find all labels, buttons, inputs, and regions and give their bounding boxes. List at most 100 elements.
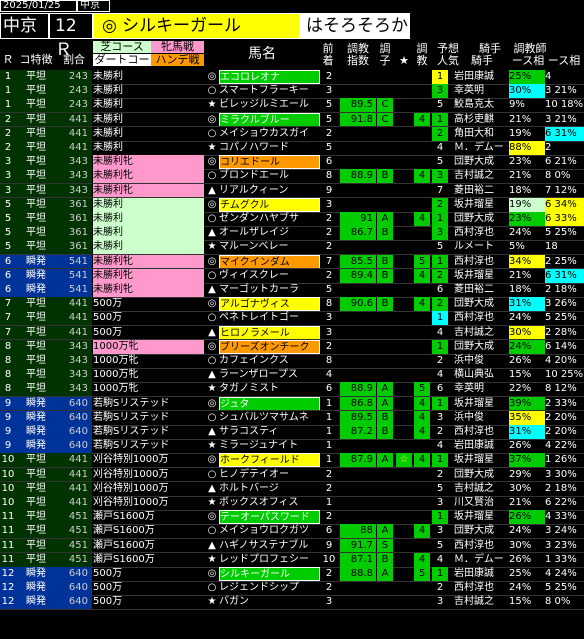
cell-idx	[340, 127, 376, 141]
cell-pct2: 3 21%	[545, 85, 577, 97]
cell-jk: 西村淳也	[454, 582, 494, 594]
cell-mark: ▲	[208, 184, 216, 196]
cell-z: 2	[325, 269, 333, 281]
cell-cho	[377, 240, 393, 254]
cell-yo: 3	[432, 169, 448, 184]
cell-kyo	[414, 155, 430, 169]
cell-idx	[340, 283, 376, 297]
cell-t: 瞬発	[16, 410, 56, 425]
cell-t: 平坦	[16, 496, 56, 510]
cell-mark: ★	[207, 142, 217, 153]
cell-t: 瞬発	[16, 567, 56, 581]
cell-yo: 2	[436, 582, 444, 594]
cell-kyo: 4	[414, 453, 430, 468]
cell-yo: 4	[436, 142, 444, 153]
table-row: 3 平坦 343 未勝利牝 ○ ブロンドエール 8 88.9 B 4 3 吉村誠之 21% 8 0%	[0, 169, 584, 184]
cell-race: 若駒Sリステッド	[93, 411, 170, 423]
cell-st	[396, 311, 412, 325]
cell-idx: 87.1	[340, 552, 376, 567]
cell-jk: 川又賢治	[454, 497, 494, 508]
cell-st	[396, 567, 412, 581]
cell-t: 平坦	[16, 382, 56, 397]
cell-cho	[377, 510, 393, 524]
cell-yo: 1	[432, 510, 448, 525]
table-row: 1 平坦 243 未勝利 ★ ビレッジルミエール 5 89.5 C 5 鮫島克太 9% 10 18%	[0, 98, 584, 113]
cell-r: 9	[0, 410, 16, 425]
cell-kyo	[414, 510, 430, 524]
cell-race: 未勝利牝	[93, 183, 204, 198]
cell-pct1: 21%	[509, 269, 532, 281]
cell-st: ☆	[396, 453, 412, 468]
cell-pct2: 3 21%	[545, 113, 577, 125]
table-row: 7 平坦 441 500万 ◎ アルゴナヴィス 8 90.6 B 4 2 団野大成 31% 3 26%	[0, 297, 584, 312]
cell-z: 2	[325, 340, 333, 352]
cell-pct2: 2 33%	[545, 397, 577, 409]
cell-st	[396, 226, 412, 240]
cell-kyo	[414, 184, 430, 198]
cell-p: 243	[56, 84, 92, 99]
cell-kyo	[414, 581, 430, 595]
cell-p: 640	[56, 439, 92, 454]
cell-jk: 横山典弘	[454, 369, 494, 381]
cell-race: 刈谷特別1000万	[93, 497, 169, 508]
cell-mark: ★	[207, 383, 217, 395]
cell-jk: 菱田裕二	[454, 184, 494, 196]
cell-t: 平坦	[16, 112, 56, 127]
cell-yo: 2	[436, 468, 444, 480]
cell-pct2: 2	[545, 142, 552, 153]
cell-pct2: 4 33%	[545, 511, 577, 523]
cell-pct2: 2 25%	[545, 255, 577, 267]
cell-kyo: 4	[414, 212, 430, 226]
cell-jk: 団野大成	[454, 298, 494, 310]
cell-z: 6	[325, 383, 333, 395]
table-row: 8 平坦 343 1000万牝 ★ タガノミスト 6 88.9 A 5 6 幸英明 22% 8 12%	[0, 382, 584, 397]
cell-p: 441	[56, 453, 92, 468]
cell-jk: 浜中俊	[454, 355, 484, 366]
cell-mark: ○	[207, 525, 217, 537]
cell-kyo: 5	[414, 567, 430, 581]
cell-race: 未勝利牝	[93, 283, 204, 297]
cell-cho	[377, 468, 393, 482]
cell-st	[396, 368, 412, 382]
cell-mark: ★	[207, 497, 217, 508]
cell-name: アルゴナヴィス	[219, 297, 320, 312]
cell-name: チムグクル	[219, 197, 320, 212]
table-row: 11 平坦 451 瀬戸S1600万 ○ メイショウロクガツ 6 88 A 4 3 団野大成 24% 3 …	[0, 524, 584, 539]
cell-race: 500万	[93, 312, 123, 324]
cell-p: 343	[56, 169, 92, 184]
cell-idx	[340, 311, 376, 325]
cell-z: 2	[325, 227, 333, 239]
cell-p: 451	[56, 538, 92, 553]
cell-t: 平坦	[16, 141, 56, 155]
col-zen-bot: 着	[322, 54, 334, 67]
col-r: Ｒ	[2, 53, 14, 66]
cell-cho: C	[377, 112, 393, 127]
cell-st	[396, 382, 412, 396]
cell-t: 瞬発	[16, 254, 56, 269]
cell-yo: 6	[436, 383, 444, 395]
cell-cho	[377, 198, 393, 212]
cell-idx: 85.5	[340, 254, 376, 269]
cell-jk: 角田大和	[454, 127, 494, 139]
cell-name: コリエドール	[219, 155, 320, 170]
cell-idx	[340, 184, 376, 198]
cell-pct2: 4	[545, 71, 552, 82]
cell-pct2: 6 14%	[545, 340, 577, 352]
cell-p: 361	[56, 197, 92, 212]
cell-z: 1	[325, 454, 333, 466]
cell-name: ジュタ	[219, 396, 320, 411]
cell-kyo: 4	[414, 552, 430, 567]
cell-p: 441	[56, 112, 92, 127]
cell-race: 未勝利	[93, 226, 204, 241]
cell-jk: 団野大成	[454, 340, 494, 352]
cell-cho	[377, 439, 393, 453]
cell-pct1: 26%	[509, 510, 545, 525]
table-row: 9 瞬発 640 若駒Sリステッド ★ ミラージュナイト 1 4 岩田康誠 26% 4 22%	[0, 439, 584, 454]
table-row: 5 平坦 361 未勝利 ★ マルーンベレー 2 5 ルメート 5% 18	[0, 240, 584, 255]
cell-pct1: 30%	[509, 325, 545, 340]
cell-mark: ○	[207, 582, 217, 594]
cell-z: 5	[325, 284, 333, 295]
cell-cho: B	[377, 268, 393, 283]
cell-cho: B	[377, 410, 393, 425]
cell-yo: 5	[436, 99, 444, 111]
